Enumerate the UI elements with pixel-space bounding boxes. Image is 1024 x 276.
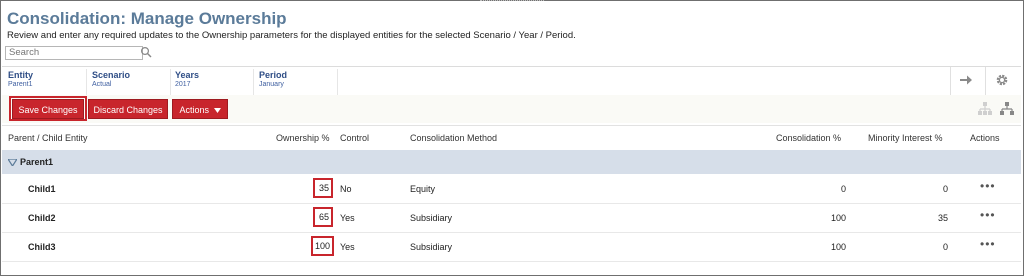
ownership-input[interactable]: 35 [313, 178, 333, 198]
table-row[interactable]: Child2 65 Yes Subsidiary 100 35 ••• [2, 204, 1021, 233]
minority-value: 0 [942, 242, 948, 252]
col-entity[interactable]: Parent / Child Entity [8, 133, 88, 143]
col-minority[interactable]: Minority Interest % [868, 133, 943, 143]
caret-down-icon [213, 108, 221, 114]
pov-entity-value: Parent1 [8, 81, 33, 88]
gear-icon[interactable] [995, 73, 1009, 87]
minority-value: 35 [937, 213, 948, 223]
col-consolidation[interactable]: Consolidation % [776, 133, 841, 143]
actions-menu-label: Actions [179, 105, 209, 115]
save-button[interactable]: Save Changes [12, 99, 84, 119]
pov-scenario-value: Actual [92, 81, 112, 88]
toolbar: Save Changes Discard Changes Actions [2, 95, 1021, 123]
parent-row[interactable]: Parent1 [2, 150, 1021, 174]
consolidation-value: 100 [830, 242, 846, 252]
pov-entity-label: Entity [8, 70, 34, 80]
entity-name: Child1 [28, 184, 56, 194]
col-method[interactable]: Consolidation Method [410, 133, 497, 143]
pov-separator [950, 67, 951, 95]
pov-period-value: January [259, 81, 284, 88]
method-value: Subsidiary [410, 213, 453, 223]
pov-years-value: 2017 [175, 81, 191, 88]
actions-menu-button[interactable]: Actions [172, 99, 228, 119]
page-title: Consolidation: Manage Ownership [7, 9, 287, 28]
entity-name: Child3 [28, 242, 56, 252]
col-ownership[interactable]: Ownership % [276, 133, 330, 143]
pov-bar: Entity Parent1 Scenario Actual Years 201… [2, 66, 1021, 96]
pov-separator [985, 67, 986, 95]
col-actions: Actions [970, 133, 1000, 143]
minority-value: 0 [942, 184, 948, 194]
top-divider [480, 0, 544, 2]
pov-years-label: Years [175, 70, 200, 80]
method-value: Subsidiary [410, 242, 453, 252]
arrow-right-icon[interactable] [959, 73, 973, 87]
page-description: Review and enter any required updates to… [7, 30, 576, 41]
method-value: Equity [410, 184, 436, 194]
parent-entity-name: Parent1 [20, 157, 54, 167]
triangle-down-icon[interactable] [8, 159, 17, 166]
pov-scenario[interactable]: Scenario Actual [88, 69, 171, 95]
hierarchy-collapse-icon[interactable] [999, 101, 1015, 117]
hierarchy-expand-icon[interactable] [977, 101, 993, 117]
ellipsis-icon[interactable]: ••• [980, 208, 996, 222]
col-control[interactable]: Control [340, 133, 369, 143]
ownership-input[interactable]: 100 [311, 236, 334, 256]
pov-period[interactable]: Period January [255, 69, 338, 95]
ownership-input[interactable]: 65 [313, 207, 333, 227]
control-value: No [340, 184, 352, 194]
ellipsis-icon[interactable]: ••• [980, 179, 996, 193]
pov-period-label: Period [259, 70, 288, 80]
entity-name: Child2 [28, 213, 56, 223]
discard-button[interactable]: Discard Changes [88, 99, 168, 119]
pov-scenario-label: Scenario [92, 70, 131, 80]
pov-years[interactable]: Years 2017 [171, 69, 254, 95]
control-value: Yes [340, 213, 355, 223]
ellipsis-icon[interactable]: ••• [980, 237, 996, 251]
search-icon[interactable] [140, 46, 152, 58]
pov-entity[interactable]: Entity Parent1 [4, 69, 87, 95]
table-header: Parent / Child Entity Ownership % Contro… [2, 125, 1021, 150]
search-input[interactable] [5, 46, 143, 60]
consolidation-value: 100 [830, 213, 846, 223]
table-row[interactable]: Child1 35 No Equity 0 0 ••• [2, 175, 1021, 204]
consolidation-value: 0 [840, 184, 846, 194]
control-value: Yes [340, 242, 355, 252]
table-row[interactable]: Child3 100 Yes Subsidiary 100 0 ••• [2, 233, 1021, 262]
